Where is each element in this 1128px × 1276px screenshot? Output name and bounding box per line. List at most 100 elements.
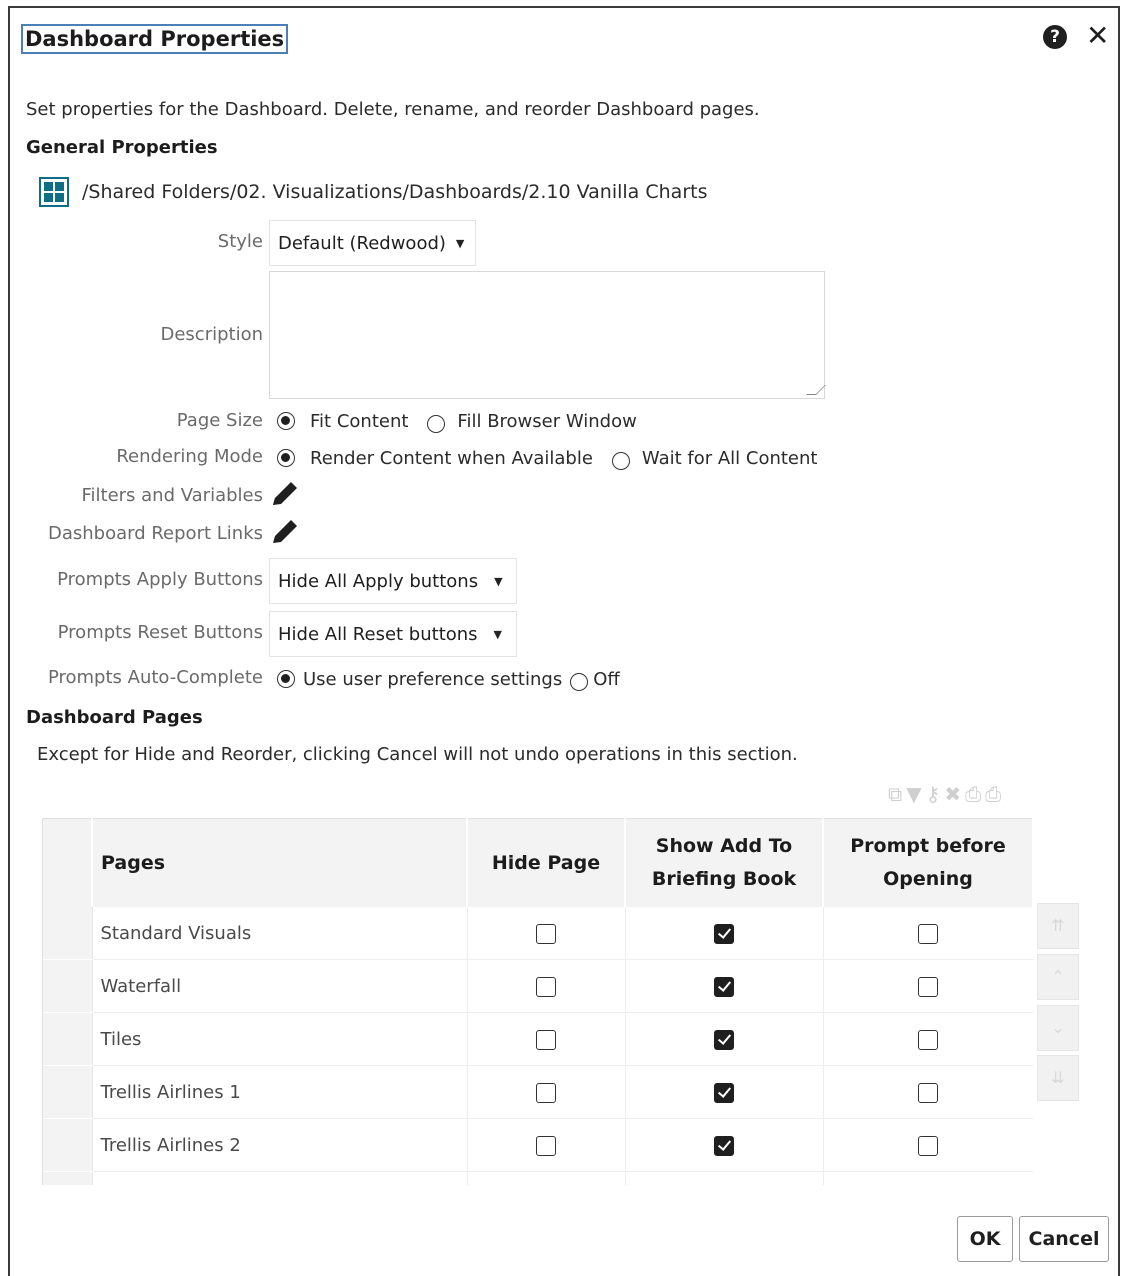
hide-page-checkbox-cell (467, 1065, 626, 1119)
hide-page-checkbox[interactable] (536, 1135, 556, 1156)
prompts-autocomplete-label: Prompts Auto-Complete (47, 667, 263, 688)
show-add-column-header[interactable]: Show Add To Briefing Book (625, 818, 824, 907)
prompt-before-opening-checkbox[interactable] (918, 1029, 938, 1050)
wait-for-all-content-radio[interactable] (611, 452, 630, 470)
style-select[interactable]: Default (Redwood) ▼ (269, 220, 476, 266)
pages-toolbar: ⧉ ▼ ⚷ ✖ ⎙ ⎙ (888, 781, 1001, 807)
description-label: Description (160, 324, 263, 345)
move-top-button[interactable]: ⇈ (1037, 903, 1079, 949)
dashboard-pages-heading: Dashboard Pages (26, 707, 203, 728)
show-add-briefing-checkbox-cell (625, 1118, 824, 1172)
show-add-briefing-checkbox[interactable] (714, 1082, 734, 1103)
fill-browser-window-radio[interactable] (427, 415, 446, 433)
hide-page-checkbox-cell (467, 907, 626, 960)
prompt-header-line2: Opening (883, 868, 973, 890)
edit-report-links-pencil-icon[interactable] (270, 518, 300, 546)
row-selector[interactable] (43, 1171, 93, 1185)
use-user-preference-radio[interactable] (277, 670, 295, 688)
page-name-cell: Trellis Airlines 1 (92, 1065, 468, 1119)
table-row[interactable]: Trellis Airlines 1 (43, 1065, 1033, 1119)
style-label: Style (217, 231, 263, 252)
hide-page-column-header[interactable]: Hide Page (467, 818, 626, 907)
resize-handle-icon[interactable] (806, 385, 826, 395)
hide-page-checkbox[interactable] (536, 923, 556, 944)
close-icon[interactable]: ✕ (1086, 19, 1109, 53)
prompt-before-opening-checkbox-cell (823, 959, 1033, 1013)
fill-browser-window-label: Fill Browser Window (457, 410, 637, 432)
prompt-before-opening-checkbox[interactable] (918, 976, 938, 997)
table-row[interactable]: Standard Visuals (43, 907, 1033, 960)
autocomplete-options: Use user preference settings Off (277, 664, 620, 694)
prompt-before-opening-checkbox[interactable] (918, 1135, 938, 1156)
render-when-available-radio[interactable] (277, 449, 295, 467)
wait-for-all-content-label: Wait for All Content (641, 447, 818, 469)
fit-content-radio[interactable] (277, 412, 295, 430)
rendering-mode-label: Rendering Mode (116, 446, 263, 467)
table-header-row: Pages Hide Page Show Add To Briefing Boo… (43, 818, 1033, 907)
prompt-before-opening-checkbox[interactable] (918, 1082, 938, 1103)
row-selector[interactable] (43, 907, 93, 960)
help-icon[interactable]: ? (1043, 25, 1067, 49)
intro-text: Set properties for the Dashboard. Delete… (26, 99, 760, 120)
show-add-briefing-checkbox-cell (625, 1171, 824, 1185)
page-name-cell: Trellis Airlines 2 (92, 1118, 468, 1172)
rename-icon[interactable]: ⧉ (888, 782, 902, 806)
print-preview-icon[interactable]: ⎙ (985, 782, 1001, 806)
table-row[interactable]: Tiles (43, 1012, 1033, 1066)
prompt-before-opening-checkbox-cell (823, 1012, 1033, 1066)
show-add-briefing-checkbox[interactable] (714, 976, 734, 997)
prompts-apply-select[interactable]: Hide All Apply buttons ▼ (269, 558, 517, 604)
show-add-briefing-checkbox[interactable] (714, 1135, 734, 1156)
move-down-button[interactable]: ⌄ (1037, 1005, 1079, 1051)
dashboard-icon (39, 177, 69, 207)
row-selector[interactable] (43, 1065, 93, 1119)
prompts-reset-select[interactable]: Hide All Reset buttons ▼ (269, 611, 517, 657)
style-value: Default (Redwood) (278, 232, 446, 254)
hide-page-checkbox-cell (467, 1171, 626, 1185)
hide-page-checkbox[interactable] (536, 976, 556, 997)
chevron-down-icon: ▼ (455, 236, 465, 250)
show-add-briefing-checkbox[interactable] (714, 1029, 734, 1050)
row-selector[interactable] (43, 1118, 93, 1172)
pages-column-header[interactable]: Pages (92, 818, 468, 907)
table-row[interactable]: Trellis Airlines 3 (43, 1171, 1033, 1185)
filters-variables-label: Filters and Variables (81, 485, 263, 506)
report-links-label: Dashboard Report Links (47, 523, 263, 544)
autocomplete-off-radio[interactable] (570, 673, 589, 691)
prompts-apply-label: Prompts Apply Buttons (57, 569, 263, 590)
filter-icon[interactable]: ▼ (906, 782, 921, 806)
prompt-before-opening-checkbox-cell (823, 1065, 1033, 1119)
render-when-available-label: Render Content when Available (310, 447, 593, 469)
edit-filters-pencil-icon[interactable] (270, 480, 300, 508)
cancel-button[interactable]: Cancel (1019, 1216, 1109, 1262)
print-icon[interactable]: ⎙ (965, 782, 981, 806)
page-name-cell: Tiles (92, 1012, 468, 1066)
hide-page-checkbox[interactable] (536, 1082, 556, 1103)
prompts-reset-value: Hide All Reset buttons (278, 623, 478, 645)
prompt-before-opening-checkbox[interactable] (918, 923, 938, 944)
show-add-briefing-checkbox-cell (625, 1065, 824, 1119)
show-add-briefing-checkbox[interactable] (714, 923, 734, 944)
pages-table: Pages Hide Page Show Add To Briefing Boo… (42, 818, 1033, 1185)
table-row[interactable]: Trellis Airlines 2 (43, 1118, 1033, 1172)
page-name-cell: Standard Visuals (92, 907, 468, 960)
rendering-mode-options: Render Content when Available Wait for A… (277, 443, 817, 473)
page-size-options: Fit Content Fill Browser Window (277, 406, 637, 436)
prompt-header-line1: Prompt before (850, 835, 1006, 857)
show-add-header-line2: Briefing Book (651, 868, 797, 890)
key-icon[interactable]: ⚷ (926, 782, 941, 806)
prompts-reset-label: Prompts Reset Buttons (57, 622, 263, 643)
prompt-column-header[interactable]: Prompt before Opening (823, 818, 1033, 907)
description-textarea[interactable] (269, 271, 826, 399)
show-add-briefing-checkbox-cell (625, 907, 824, 960)
row-selector[interactable] (43, 959, 93, 1013)
prompt-before-opening-checkbox-cell (823, 907, 1033, 960)
ok-button[interactable]: OK (957, 1216, 1013, 1262)
move-up-button[interactable]: ⌃ (1037, 954, 1079, 1000)
hide-page-checkbox[interactable] (536, 1029, 556, 1050)
delete-icon[interactable]: ✖ (944, 782, 961, 806)
table-row[interactable]: Waterfall (43, 959, 1033, 1013)
row-selector-header (43, 818, 93, 907)
move-bottom-button[interactable]: ⇊ (1037, 1055, 1079, 1101)
row-selector[interactable] (43, 1012, 93, 1066)
